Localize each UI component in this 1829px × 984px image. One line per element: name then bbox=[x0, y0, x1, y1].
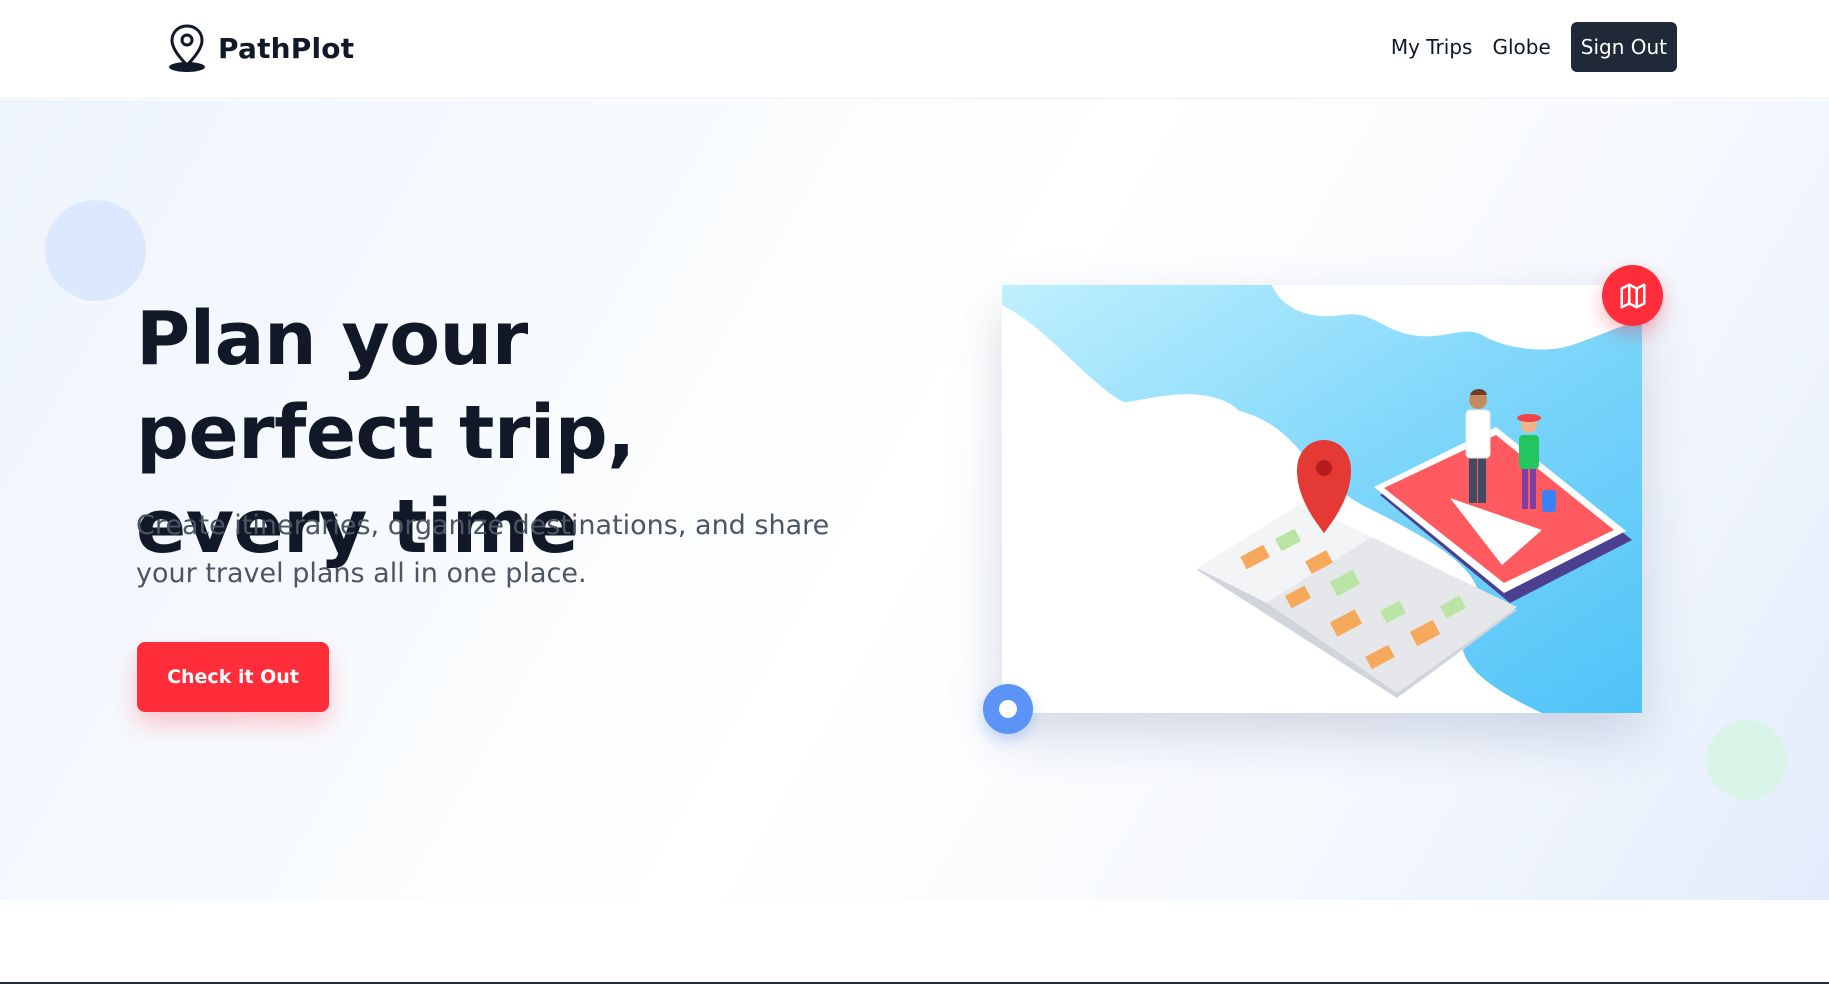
nav-globe-link[interactable]: Globe bbox=[1492, 35, 1550, 59]
dot-badge bbox=[983, 684, 1033, 734]
map-badge[interactable] bbox=[1602, 265, 1663, 326]
hero-section: Plan your perfect trip, every time Creat… bbox=[0, 100, 1829, 900]
top-navbar: PathPlot My Trips Globe Sign Out bbox=[0, 0, 1829, 99]
brand[interactable]: PathPlot bbox=[166, 22, 354, 74]
check-it-out-button[interactable]: Check it Out bbox=[137, 642, 329, 712]
hero-subtitle: Create itineraries, organize destination… bbox=[136, 510, 830, 589]
map-pin-icon bbox=[169, 24, 205, 72]
inner-dot bbox=[999, 700, 1017, 718]
brand-name: PathPlot bbox=[218, 31, 355, 65]
main-nav: My Trips Globe Sign Out bbox=[1391, 22, 1677, 72]
nav-my-trips-link[interactable]: My Trips bbox=[1391, 35, 1473, 59]
sign-out-button[interactable]: Sign Out bbox=[1570, 22, 1677, 72]
decorative-green-circle bbox=[1707, 720, 1787, 800]
map-icon bbox=[1620, 283, 1645, 308]
hero-illustration bbox=[1002, 285, 1642, 713]
travelers-on-phone-map-illustration bbox=[1002, 285, 1642, 713]
decorative-blue-circle bbox=[45, 200, 146, 301]
